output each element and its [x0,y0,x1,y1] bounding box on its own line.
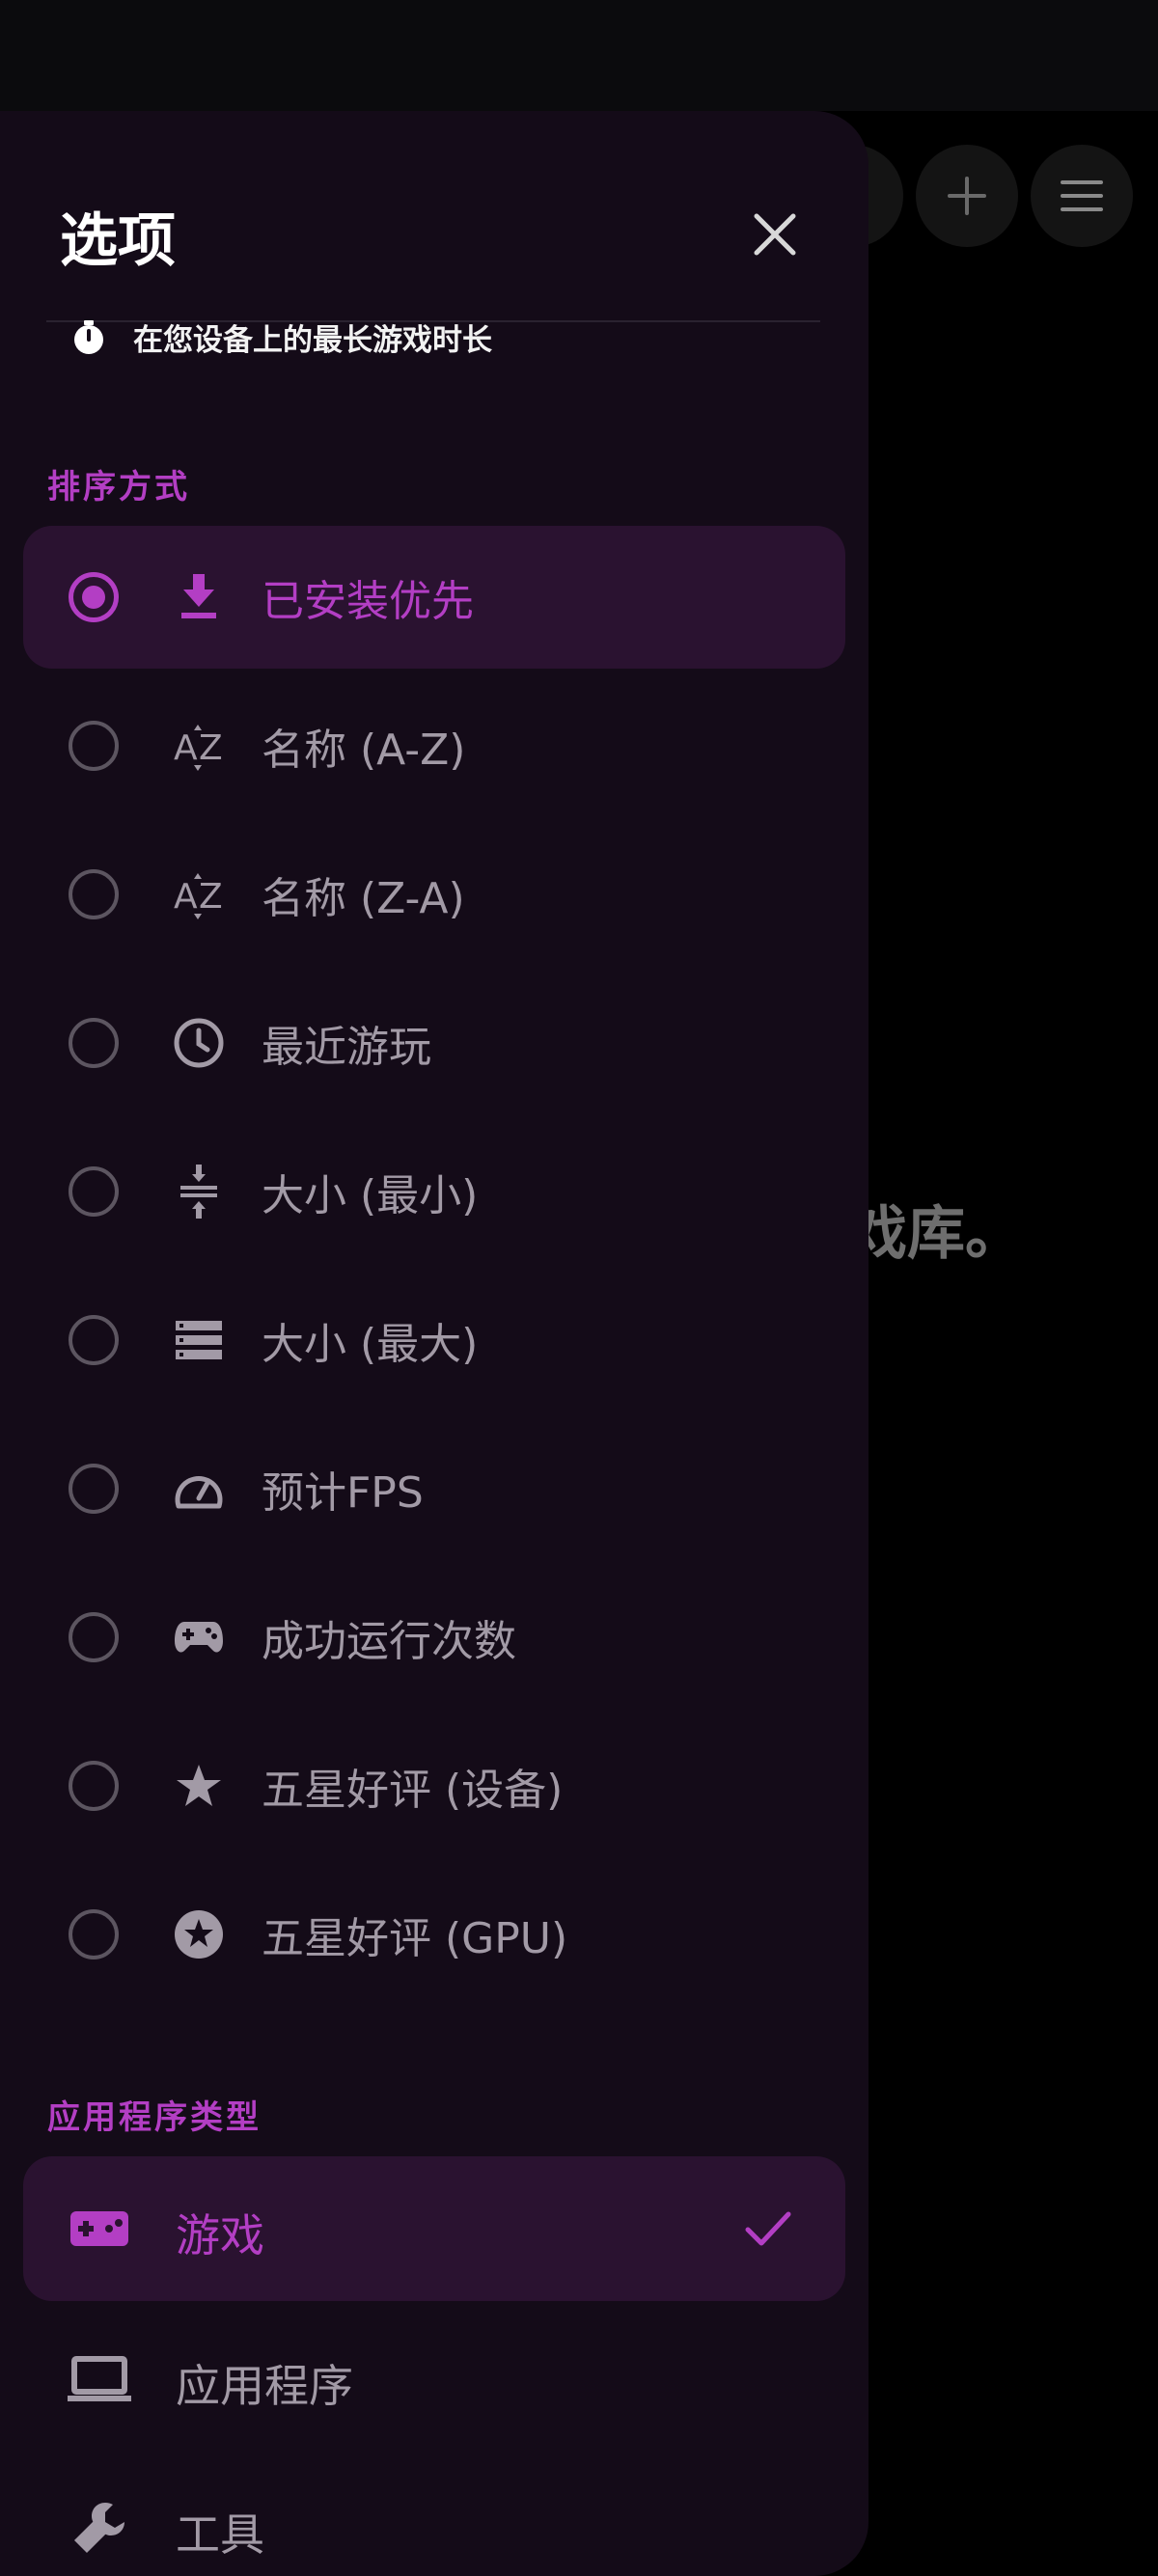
panel-title: 选项 [60,207,176,275]
sort-option-size-largest[interactable]: 大小 (最大) [23,1269,845,1411]
sort-section-header: 排序方式 [47,468,190,507]
game-controller-icon [66,2195,133,2262]
sort-option-label: 已安装优先 [262,577,474,626]
sort-za-icon: AZ [170,865,228,923]
timer-icon [74,319,103,354]
sort-option-label: 大小 (最小) [262,1171,479,1220]
sort-option-size-smallest[interactable]: 大小 (最小) [23,1120,845,1263]
sort-option-estimated-fps[interactable]: 预计FPS [23,1417,845,1560]
sort-option-label: 五星好评 (GPU) [262,1914,568,1963]
app-type-applications[interactable]: 应用程序 [23,2307,845,2452]
check-icon [742,2201,794,2259]
sort-option-installed-first[interactable]: 已安装优先 [23,526,845,669]
playtime-row: 在您设备上的最长游戏时长 [69,315,492,359]
radio-button[interactable] [69,721,119,771]
radio-button[interactable] [69,1612,119,1662]
radio-button-selected[interactable] [69,572,119,622]
sort-option-recently-played[interactable]: 最近游玩 [23,972,845,1114]
clock-icon [170,1014,228,1072]
plus-icon [948,177,986,215]
radio-button[interactable] [69,1018,119,1068]
radio-button[interactable] [69,1315,119,1365]
status-bar [0,0,1158,111]
storage-icon [170,1311,228,1369]
sort-option-label: 最近游玩 [262,1023,431,1072]
radio-button[interactable] [69,1464,119,1514]
sort-option-label: 五星好评 (设备) [262,1766,564,1815]
options-panel: 选项 在您设备上的最长游戏时长 排序方式 已安装优先 AZ 名称 (A-Z) A… [0,111,868,2576]
radio-button[interactable] [69,1761,119,1811]
laptop-icon [66,2345,133,2413]
download-icon [170,568,228,626]
sort-option-label: 名称 (Z-A) [262,874,465,923]
star-circle-icon [170,1905,228,1963]
star-icon [170,1757,228,1815]
playtime-label: 在您设备上的最长游戏时长 [133,323,492,358]
app-type-games[interactable]: 游戏 [23,2156,845,2301]
sort-option-label: 大小 (最大) [262,1320,479,1369]
sort-option-successful-runs[interactable]: 成功运行次数 [23,1566,845,1709]
menu-icon [1061,180,1103,211]
svg-text:A: A [174,877,198,917]
sort-option-label: 名称 (A-Z) [262,726,466,775]
app-type-tools[interactable]: 工具 [23,2455,845,2576]
sort-az-icon: AZ [170,717,228,775]
radio-button[interactable] [69,869,119,919]
sort-option-label: 成功运行次数 [262,1617,516,1666]
sort-option-five-star-gpu[interactable]: 五星好评 (GPU) [23,1863,845,2006]
app-type-section-header: 应用程序类型 [47,2098,262,2137]
svg-text:Z: Z [199,877,223,917]
sort-option-five-star-device[interactable]: 五星好评 (设备) [23,1714,845,1857]
svg-text:Z: Z [199,728,223,768]
speedometer-icon [170,1460,228,1518]
app-type-label: 游戏 [176,2209,264,2261]
radio-button[interactable] [69,1166,119,1217]
compress-icon [170,1163,228,1220]
wrench-icon [66,2494,133,2562]
sort-option-name-az[interactable]: AZ 名称 (A-Z) [23,674,845,817]
sort-option-name-za[interactable]: AZ 名称 (Z-A) [23,823,845,966]
empty-library-text: 戏库。 [849,1200,1023,1268]
close-icon [754,213,796,256]
app-type-label: 工具 [176,2508,264,2561]
add-button[interactable] [916,145,1018,247]
svg-text:A: A [174,728,198,768]
close-button[interactable] [733,193,816,276]
app-type-label: 应用程序 [176,2360,353,2412]
radio-button[interactable] [69,1909,119,1959]
gamepad-icon [170,1608,228,1666]
sort-option-label: 预计FPS [262,1468,424,1518]
menu-button[interactable] [1031,145,1133,247]
